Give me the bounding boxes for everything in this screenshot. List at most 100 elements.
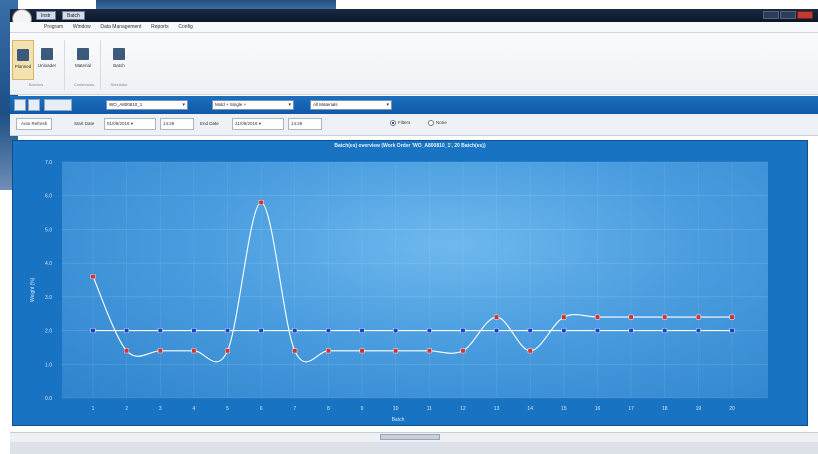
chevron-down-icon: ▾ [182, 102, 185, 108]
actual-point-marker[interactable] [595, 314, 600, 320]
export-icon[interactable] [44, 99, 72, 111]
target-point-marker[interactable] [258, 328, 264, 333]
target-point-marker[interactable] [326, 328, 331, 333]
report-icon[interactable] [28, 99, 40, 111]
actual-point-marker[interactable] [157, 348, 163, 354]
radio-filters-label: Filters [398, 120, 411, 126]
y-axis-title: Weight [%] [30, 277, 36, 302]
target-point-marker[interactable] [157, 328, 163, 333]
start-date-field[interactable]: 01/09/2016 ▾ [104, 118, 156, 130]
ribbon-material-button[interactable]: Material [72, 40, 94, 80]
start-time-field[interactable]: 14:26 [160, 118, 194, 130]
radio-filters[interactable]: Filters [390, 120, 410, 126]
y-tick-label: 0.0 [45, 396, 52, 402]
target-point-marker[interactable] [561, 328, 567, 333]
menu-window[interactable]: Window [69, 22, 95, 32]
chevron-down-icon: ▾ [386, 102, 389, 108]
y-tick-label: 6.0 [45, 194, 52, 200]
material-icon [77, 48, 89, 60]
ribbon-batch-label: Batch [113, 63, 125, 68]
actual-point-marker[interactable] [527, 348, 533, 354]
batch-icon [113, 48, 125, 60]
actual-point-marker[interactable] [662, 314, 668, 320]
target-point-marker[interactable] [426, 328, 432, 333]
actual-point-marker[interactable] [191, 348, 197, 354]
target-point-marker[interactable] [729, 328, 735, 333]
actual-point-marker[interactable] [628, 314, 634, 320]
x-tick-label: 2 [125, 406, 128, 412]
actual-point-marker[interactable] [225, 348, 230, 354]
window-tab-instr[interactable]: Instr [36, 11, 56, 20]
actual-point-marker[interactable] [561, 314, 567, 320]
actual-point-marker[interactable] [426, 348, 432, 354]
target-point-marker[interactable] [595, 328, 600, 333]
x-tick-label: 11 [427, 406, 432, 412]
maximize-button[interactable] [780, 11, 796, 19]
end-time-field[interactable]: 14:26 [288, 118, 322, 130]
actual-point-marker[interactable] [124, 348, 130, 354]
scrollbar-thumb[interactable] [380, 434, 440, 440]
menu-reports[interactable]: Reports [147, 22, 173, 32]
target-point-marker[interactable] [191, 328, 197, 333]
target-point-marker[interactable] [460, 328, 466, 333]
actual-point-marker[interactable] [494, 314, 499, 320]
batch-overview-chart: 0.01.02.03.04.05.06.07.0 1 2 3 4 5 6 7 8 9 10 11 12… [30, 160, 768, 423]
title-bar [10, 9, 818, 22]
menu-program[interactable]: Program [40, 22, 67, 32]
planned-icon [17, 49, 29, 61]
ribbon-group-continuous: Continuous [73, 82, 95, 87]
view-select[interactable]: All Materials ▾ [310, 100, 392, 110]
menu-config[interactable]: Config [174, 22, 196, 32]
target-point-marker[interactable] [292, 328, 298, 333]
ribbon-batch-button[interactable]: Batch [108, 40, 130, 80]
actual-point-marker[interactable] [258, 200, 264, 205]
chevron-down-icon: ▾ [258, 121, 262, 126]
radio-none[interactable]: None [428, 120, 447, 126]
actual-point-marker[interactable] [326, 348, 331, 354]
actual-point-marker[interactable] [90, 274, 96, 280]
x-tick-label: 17 [628, 406, 634, 412]
actual-series-line [92, 201, 732, 363]
actual-point-marker[interactable] [695, 314, 701, 320]
y-tick-label: 4.0 [45, 261, 52, 267]
end-date-field[interactable]: 21/09/2016 ▾ [232, 118, 284, 130]
view-select-value: All Materials [313, 102, 338, 107]
target-point-marker[interactable] [662, 328, 668, 333]
y-tick-label: 7.0 [45, 160, 52, 166]
target-point-marker[interactable] [393, 328, 399, 333]
actual-point-marker[interactable] [292, 348, 298, 354]
target-point-marker[interactable] [628, 328, 634, 333]
target-point-marker[interactable] [359, 328, 365, 333]
ribbon-group-simulator: Simulator [110, 82, 128, 87]
actual-point-marker[interactable] [393, 348, 399, 354]
close-button[interactable] [797, 11, 813, 19]
auto-refresh-button[interactable]: Auto Refresh [16, 118, 53, 130]
ribbon-material-label: Material [74, 63, 91, 68]
ribbon-unloader-button[interactable]: Unloader [36, 40, 58, 80]
target-point-marker[interactable] [90, 328, 96, 333]
order-select[interactable]: WO_A800810_1 ▾ [106, 100, 188, 110]
mold-select[interactable]: Mold + Single + ▾ [212, 100, 294, 110]
target-point-marker[interactable] [494, 328, 499, 333]
print-icon[interactable] [14, 99, 26, 111]
x-tick-label: 9 [361, 406, 364, 412]
target-point-marker[interactable] [527, 328, 533, 333]
actual-point-marker[interactable] [460, 348, 466, 354]
x-tick-label: 16 [595, 406, 601, 412]
target-point-marker[interactable] [695, 328, 701, 333]
start-date-label: Start Date [74, 121, 95, 126]
actual-point-marker[interactable] [729, 314, 735, 320]
ribbon-planned-button[interactable]: Planned [12, 40, 34, 80]
target-point-marker[interactable] [225, 328, 230, 333]
target-point-marker[interactable] [124, 328, 130, 333]
radio-none-label: None [436, 120, 447, 126]
y-tick-label: 5.0 [45, 227, 52, 233]
ribbon-planned-label: Planned [14, 64, 32, 69]
x-tick-label: 4 [193, 406, 196, 412]
minimize-button[interactable] [763, 11, 779, 19]
menu-data-management[interactable]: Data Management [96, 22, 145, 32]
x-tick-label: 14 [527, 406, 533, 412]
window-tab-batch[interactable]: Batch [62, 11, 85, 20]
x-tick-label: 15 [561, 406, 567, 412]
actual-point-marker[interactable] [359, 348, 365, 354]
